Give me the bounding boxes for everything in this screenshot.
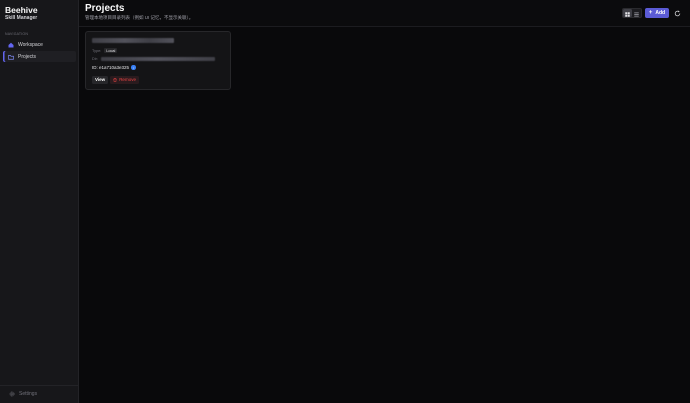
- view-button[interactable]: View: [92, 76, 109, 84]
- gear-icon: [9, 391, 15, 397]
- type-badge: Local: [104, 48, 118, 53]
- card-actions: View Remove: [92, 76, 139, 84]
- trash-icon: [113, 77, 117, 82]
- project-id-row: ID: e1a710a3e325 i: [92, 65, 136, 70]
- sidebar-item-label: Projects: [18, 53, 37, 60]
- list-view-button[interactable]: [632, 9, 641, 17]
- settings-link[interactable]: Settings: [9, 391, 37, 397]
- project-id: ID: e1a710a3e325: [92, 65, 130, 70]
- add-button-label: Add: [655, 9, 666, 16]
- project-name-redacted: [92, 38, 174, 43]
- folder-icon: [8, 54, 14, 60]
- project-dir-redacted: [100, 57, 215, 61]
- remove-button[interactable]: Remove: [110, 76, 139, 84]
- add-project-button[interactable]: + Add: [645, 7, 669, 18]
- refresh-icon: [674, 4, 681, 22]
- page-description: 管理本地项目目录列表（例如 UI 记忆，不显示关联）。: [85, 14, 194, 20]
- remove-button-label: Remove: [119, 77, 136, 83]
- project-dir-row: Dir:: [92, 57, 215, 61]
- sidebar: Beehive Skill Manager NAVIGATION Workspa…: [0, 0, 79, 403]
- plus-icon: +: [648, 9, 653, 16]
- refresh-button[interactable]: [672, 8, 682, 18]
- sidebar-item-workspace[interactable]: Workspace: [3, 39, 76, 50]
- list-icon: [634, 4, 639, 22]
- home-icon: [8, 42, 14, 48]
- page-title: Projects: [85, 3, 125, 14]
- app-subtitle: Skill Manager: [5, 15, 38, 21]
- app-title: Beehive: [5, 5, 38, 15]
- info-icon[interactable]: i: [131, 65, 136, 70]
- grid-icon: [625, 4, 630, 22]
- type-label: Type:: [92, 48, 102, 53]
- sidebar-item-projects[interactable]: Projects: [3, 51, 76, 62]
- grid-view-button[interactable]: [623, 8, 632, 17]
- project-type-row: Type: Local: [92, 48, 118, 53]
- project-card: Type: Local Dir: ID: e1a710a3e325 i View…: [85, 31, 231, 90]
- sidebar-footer: Settings: [0, 385, 79, 403]
- settings-label: Settings: [19, 391, 38, 397]
- view-toggle: [622, 7, 642, 18]
- page-header: Projects 管理本地项目目录列表（例如 UI 记忆，不显示关联）。 + A…: [79, 0, 690, 27]
- nav-section-label: NAVIGATION: [5, 32, 29, 36]
- dir-label: Dir:: [92, 57, 98, 61]
- sidebar-item-label: Workspace: [18, 41, 43, 48]
